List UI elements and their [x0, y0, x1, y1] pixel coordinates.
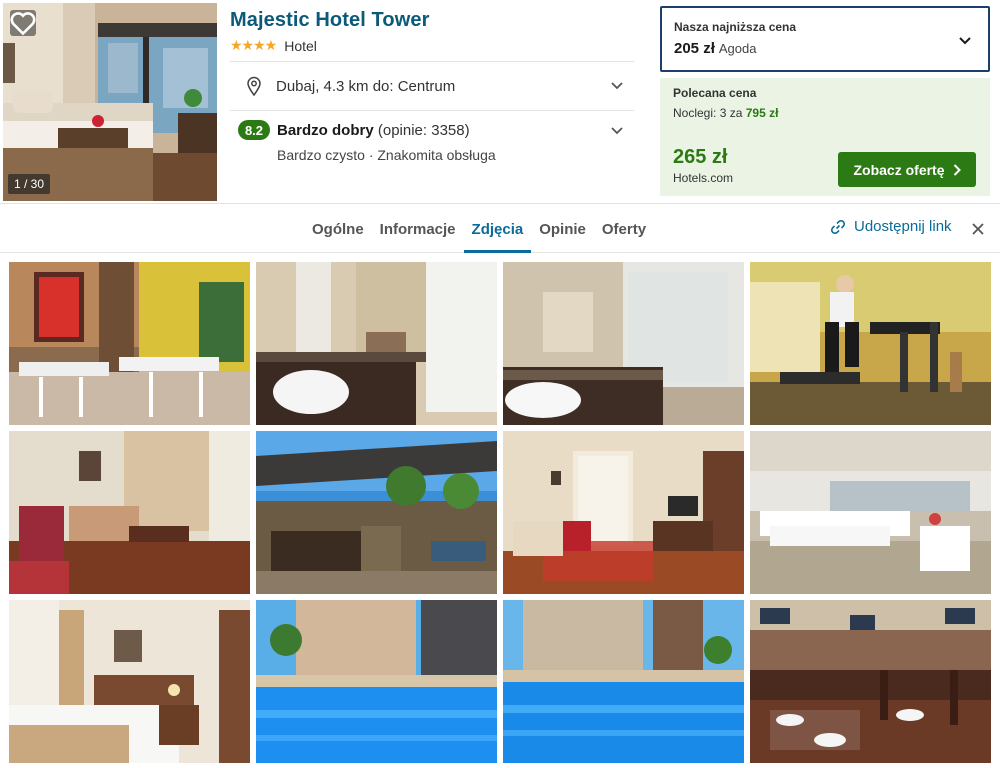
nights-total: Noclegi: 3 za 795 zł: [673, 106, 778, 120]
map-pin-icon: [246, 76, 264, 96]
view-deal-button[interactable]: Zobacz ofertę: [838, 152, 976, 187]
gallery-photo[interactable]: [750, 262, 991, 425]
tab-photos[interactable]: Zdjęcia: [463, 205, 532, 253]
chevron-down-icon: [958, 34, 972, 48]
nights-total-amount: 795 zł: [745, 106, 779, 120]
location-row[interactable]: Dubaj, 4.3 km do: Centrum: [230, 62, 634, 110]
hotel-info: Majestic Hotel Tower ★★★★ Hotel Dubaj, 4…: [230, 0, 638, 204]
guest-room-photo: [9, 600, 250, 763]
pool-photo: [256, 600, 497, 763]
lowest-price-provider: Agoda: [718, 41, 757, 56]
gallery-photo[interactable]: [9, 600, 250, 763]
close-button[interactable]: [968, 219, 988, 239]
lowest-price-dropdown[interactable]: Nasza najniższa cena 205 zł Agoda: [660, 6, 990, 72]
heart-icon: [10, 12, 36, 36]
nights-prefix: Noclegi: 3 za: [673, 106, 743, 120]
hotel-card: 1 / 30 Majestic Hotel Tower ★★★★ Hotel D…: [0, 0, 1000, 204]
dining-room-photo: [750, 600, 991, 763]
lowest-price-label: Nasza najniższa cena: [674, 20, 797, 34]
chevron-down-icon: [610, 79, 624, 93]
lowest-price-amount: 205 zł: [674, 40, 715, 57]
rating-summary: Bardzo dobry (opinie: 3358): [277, 122, 470, 139]
price-panel: Nasza najniższa cena 205 zł Agoda Polecan…: [660, 6, 990, 196]
chevron-down-icon: [610, 124, 624, 138]
gym-photo: [750, 262, 991, 425]
share-link-button[interactable]: Udostępnij link: [830, 218, 952, 235]
hotel-class: ★★★★ Hotel: [230, 37, 317, 54]
recommended-provider: Hotels.com: [673, 171, 734, 185]
gallery-photo[interactable]: [503, 262, 744, 425]
pool-view-photo: [503, 600, 744, 763]
hotel-name[interactable]: Majestic Hotel Tower: [230, 9, 429, 32]
conference-room-photo: [750, 431, 991, 594]
hotel-main-photo[interactable]: 1 / 30: [3, 3, 217, 201]
gallery-photo[interactable]: [503, 431, 744, 594]
suite-lounge-photo: [503, 431, 744, 594]
gallery-photo[interactable]: [503, 600, 744, 763]
rating-label: Bardzo dobry: [277, 122, 374, 139]
bathroom-shower-photo: [503, 262, 744, 425]
hotel-type: Hotel: [284, 37, 317, 54]
gallery-photo[interactable]: [750, 431, 991, 594]
rating-row[interactable]: 8.2 Bardzo dobry (opinie: 3358) Bardzo c…: [230, 112, 634, 172]
gallery-photo[interactable]: [750, 600, 991, 763]
detail-tabs: Ogólne Informacje Zdjęcia Opinie Oferty: [304, 205, 654, 253]
recommended-price-amount: 265 zł: [673, 146, 728, 168]
restaurant-photo: [9, 262, 250, 425]
share-link-label: Udostępnij link: [854, 218, 952, 235]
suite-living-room-photo: [9, 431, 250, 594]
rating-score-badge: 8.2: [238, 120, 270, 140]
gallery-photo[interactable]: [256, 262, 497, 425]
recommended-price-box: Polecana cena Noclegi: 3 za 795 zł 265 z…: [660, 78, 990, 196]
gallery-photo[interactable]: [256, 600, 497, 763]
link-icon: [830, 219, 846, 235]
bathroom-photo: [256, 262, 497, 425]
star-rating: ★★★★: [230, 37, 277, 53]
close-icon: [972, 223, 984, 235]
detail-tabs-bar: Ogólne Informacje Zdjęcia Opinie Oferty …: [0, 205, 1000, 253]
gallery-photo[interactable]: [9, 262, 250, 425]
photo-counter: 1 / 30: [8, 174, 51, 194]
rating-reviews: (opinie: 3358): [377, 122, 470, 139]
favorite-button[interactable]: [10, 10, 36, 36]
photo-gallery: [9, 262, 993, 768]
view-deal-label: Zobacz ofertę: [853, 161, 945, 178]
rating-highlights: Bardzo czysto · Znakomita obsługa: [277, 147, 496, 163]
chevron-right-icon: [953, 163, 961, 176]
lowest-price-value: 205 zł Agoda: [674, 40, 756, 57]
divider: [230, 110, 634, 111]
tab-deals[interactable]: Oferty: [594, 205, 654, 253]
tab-reviews[interactable]: Opinie: [531, 205, 594, 253]
tab-info[interactable]: Informacje: [372, 205, 464, 253]
location-text: Dubaj, 4.3 km do: Centrum: [276, 77, 456, 95]
gallery-photo[interactable]: [9, 431, 250, 594]
tab-overview[interactable]: Ogólne: [304, 205, 372, 253]
gallery-photo[interactable]: [256, 431, 497, 594]
outdoor-bar-photo: [256, 431, 497, 594]
recommended-price-label: Polecana cena: [673, 86, 757, 100]
